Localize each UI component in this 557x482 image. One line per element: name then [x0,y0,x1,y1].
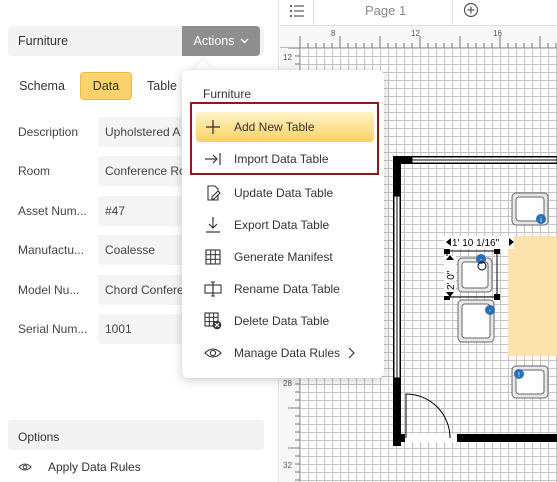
field-label-asset-number: Asset Num... [18,204,87,218]
menu-item-export-data-table[interactable]: Export Data Table [196,210,374,240]
dimension-depth-label: 2' 0" [446,270,457,290]
dimension-depth: 2' 0" [444,255,457,297]
page-tab[interactable]: Page 1 [365,3,406,18]
menu-item-label: Rename Data Table [234,282,340,296]
field-label-serial-number: Serial Num... [18,322,88,336]
edit-document-icon [207,185,221,201]
chair[interactable]: ! [511,365,549,399]
actions-label: Actions [193,34,235,48]
menu-item-delete-data-table[interactable]: Delete Data Table [196,306,374,336]
ruler-horizontal: 8 12 16 [280,26,557,48]
field-label-room: Room [18,164,51,178]
tab-table[interactable]: Table [142,72,182,100]
field-label-manufacturer: Manufactu... [18,243,85,257]
chair[interactable]: i [511,192,549,226]
actions-button[interactable]: Actions [182,26,260,56]
tab-schema[interactable]: Schema [13,72,71,100]
delete-table-icon [204,312,222,330]
menu-item-generate-manifest[interactable]: Generate Manifest [196,242,374,272]
menu-item-manage-data-rules[interactable]: Manage Data Rules [196,338,374,368]
canvas-toolbar: Page 1 [280,0,557,26]
menu-item-update-data-table[interactable]: Update Data Table [196,178,374,208]
ruler-label: 16 [493,29,502,38]
tab-data[interactable]: Data [80,72,132,100]
panel-title: Furniture [18,34,69,48]
ruler-label: 12 [411,29,420,38]
menu-item-label: Delete Data Table [234,314,330,328]
menu-item-label: Manage Data Rules [234,346,341,360]
dimension-width: 1' 10 1/16" [444,236,514,249]
ruler-label: 8 [331,29,336,38]
options-label: Options [18,430,60,444]
menu-item-rename-data-table[interactable]: Rename Data Table [196,274,374,304]
chevron-right-icon [348,347,355,359]
menu-item-label: Update Data Table [234,186,334,200]
download-icon [206,217,220,233]
highlight-outline [190,102,379,175]
grid-icon [205,249,221,265]
eye-icon [204,348,222,358]
svg-text:!: ! [518,372,520,379]
dimension-width-label: 1' 10 1/16" [452,238,500,249]
menu-header: Furniture [203,87,252,101]
field-label-model-number: Model Nu... [18,283,80,297]
conference-table[interactable] [508,236,557,356]
eye-icon [18,463,32,471]
field-label-description: Description [18,125,79,139]
chair[interactable]: - [457,299,495,343]
chevron-down-icon [240,38,248,44]
menu-item-label: Generate Manifest [234,250,333,264]
options-section-header[interactable]: Options [8,420,264,450]
list-icon[interactable] [289,4,305,18]
apply-data-rules-label: Apply Data Rules [48,460,141,474]
rename-icon [204,281,222,297]
add-page-icon[interactable] [463,2,479,18]
menu-item-label: Export Data Table [234,218,330,232]
apply-data-rules-toggle[interactable]: Apply Data Rules [18,458,141,476]
